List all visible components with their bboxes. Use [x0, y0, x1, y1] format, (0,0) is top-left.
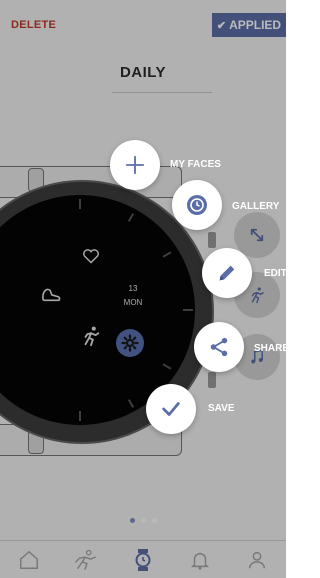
home-icon	[19, 550, 38, 569]
dial-tick	[79, 411, 81, 421]
save-label: SAVE	[208, 403, 235, 414]
steps-icon	[40, 285, 62, 308]
title-divider	[112, 92, 212, 93]
heart-icon	[82, 248, 100, 269]
page-dot[interactable]	[151, 518, 157, 523]
watch-face-icon	[187, 195, 207, 215]
bottom-nav	[0, 540, 286, 578]
date-day: 13	[128, 284, 138, 293]
edit-label: EDIT	[264, 268, 287, 279]
resize-icon	[234, 212, 280, 258]
check-icon	[162, 402, 180, 416]
my-faces-button[interactable]	[110, 140, 160, 190]
edit-button[interactable]	[202, 248, 252, 298]
nav-activity[interactable]	[66, 545, 106, 575]
nav-home[interactable]	[9, 545, 49, 575]
gallery-button[interactable]	[172, 180, 222, 230]
my-faces-label: MY FACES	[170, 159, 221, 170]
nav-watch[interactable]	[123, 545, 163, 575]
watch-crown-top	[208, 232, 216, 248]
page-indicator	[0, 518, 286, 523]
pencil-icon	[219, 265, 235, 281]
page-dot[interactable]	[129, 518, 135, 523]
plus-icon	[125, 155, 145, 175]
share-button[interactable]	[194, 322, 244, 372]
applied-label: APPLIED	[229, 18, 282, 32]
profile-icon	[249, 551, 266, 569]
date-weekday: MON	[123, 298, 143, 307]
page-title: DAILY	[119, 64, 167, 81]
nav-notifications[interactable]	[180, 545, 220, 575]
running-icon	[80, 325, 102, 352]
watch-crown-bottom	[208, 372, 216, 388]
notifications-icon	[191, 552, 210, 570]
page-dot[interactable]	[140, 518, 146, 523]
activity-icon	[74, 549, 96, 570]
gear-icon[interactable]	[116, 329, 144, 357]
gallery-label: GALLERY	[232, 201, 280, 212]
check-icon: ✔	[216, 19, 227, 32]
share-label: SHARE	[254, 343, 290, 354]
watch-icon	[135, 549, 151, 571]
dial-tick	[183, 309, 193, 311]
dial-tick	[79, 199, 81, 209]
applied-button[interactable]: ✔ APPLIED	[212, 13, 286, 37]
nav-profile[interactable]	[237, 545, 277, 575]
delete-button[interactable]: DELETE	[11, 19, 56, 31]
share-icon	[210, 337, 228, 357]
save-button[interactable]	[146, 384, 196, 434]
